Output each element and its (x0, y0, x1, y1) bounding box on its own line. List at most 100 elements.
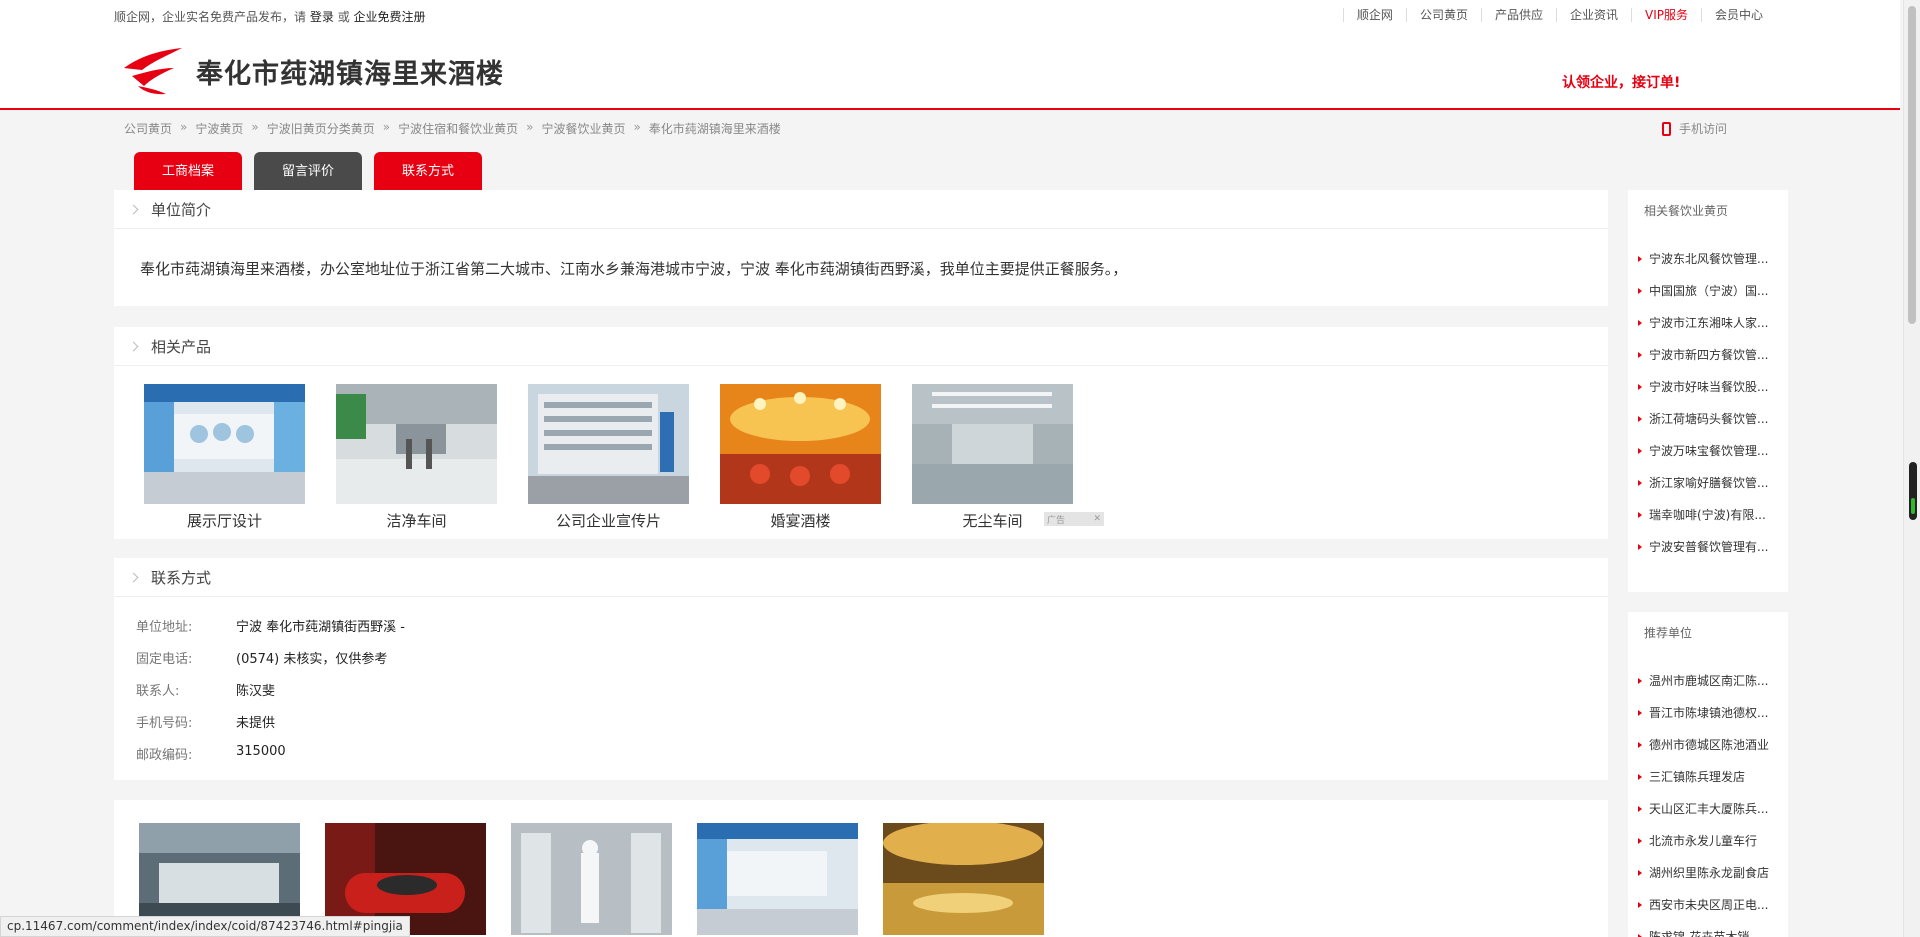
related-link[interactable]: 瑞幸咖啡(宁波)有限... (1638, 506, 1766, 523)
breadcrumb-item[interactable]: 宁波黄页 (195, 120, 243, 137)
recommend-link[interactable]: 晋江市陈埭镇池德权... (1638, 704, 1768, 721)
bullet-icon (1638, 287, 1642, 294)
bullet-icon (1638, 319, 1642, 326)
related-link[interactable]: 浙江家喻好膳餐饮管... (1638, 474, 1768, 491)
bullet-icon (1638, 709, 1642, 716)
recommend-link[interactable]: 天山区汇丰大厦陈兵... (1638, 800, 1768, 817)
recommend-link[interactable]: 温州市鹿城区南汇陈... (1638, 672, 1768, 689)
breadcrumb-item[interactable]: 公司黄页 (124, 120, 172, 137)
products-panel: 相关产品 展示厅设计 洁净车间 公司企业宣传片 婚宴酒楼 无尘车间 广告 ✕ (114, 327, 1608, 539)
product-card[interactable]: 公司企业宣传片 (528, 384, 689, 531)
contact-row-phone: 固定电话: (0574) 未核实，仅供参考 (136, 648, 387, 667)
claim-company-link[interactable]: 认领企业，接订单! (1562, 72, 1680, 92)
bullet-icon (1638, 383, 1642, 390)
recommend-link[interactable]: 陈求锦-花卉苗木销... (1638, 928, 1761, 937)
product-caption: 洁净车间 (386, 512, 447, 530)
related-link[interactable]: 宁波东北风餐饮管理... (1638, 250, 1768, 267)
ad-badge[interactable]: 广告 ✕ (1044, 512, 1104, 526)
tab-contact[interactable]: 联系方式 (374, 152, 482, 190)
product-card[interactable]: 婚宴酒楼 (720, 384, 881, 531)
bullet-icon (1638, 415, 1642, 422)
gallery-image[interactable] (511, 823, 672, 935)
recommend-link-label: 西安市未央区周正电... (1649, 898, 1769, 912)
bullet-icon (1638, 741, 1642, 748)
bullet-icon (1638, 677, 1642, 684)
top-nav-member-center[interactable]: 会员中心 (1700, 8, 1776, 22)
recommend-link-label: 天山区汇丰大厦陈兵... (1649, 802, 1769, 816)
recommend-link-label: 晋江市陈埭镇池德权... (1649, 706, 1769, 720)
products-header: 相关产品 (114, 327, 1608, 366)
top-bar-intro-text: 顺企网，企业实名免费产品发布，请 (114, 10, 307, 24)
recommend-link-label: 温州市鹿城区南汇陈... (1649, 674, 1769, 688)
related-link[interactable]: 浙江荷塘码头餐饮管... (1638, 410, 1768, 427)
scrollbar-thumb[interactable] (1908, 6, 1916, 324)
breadcrumb-item[interactable]: 宁波住宿和餐饮业黄页 (398, 120, 518, 137)
status-bar-url: cp.11467.com/comment/index/index/coid/87… (0, 916, 410, 937)
breadcrumb-item[interactable]: 宁波餐饮业黄页 (541, 120, 625, 137)
site-logo-icon[interactable] (122, 46, 184, 96)
related-link[interactable]: 中国国旅（宁波）国... (1638, 282, 1768, 299)
product-card[interactable]: 无尘车间 (912, 384, 1073, 531)
register-link[interactable]: 企业免费注册 (354, 10, 426, 24)
top-nav-news[interactable]: 企业资讯 (1555, 8, 1631, 22)
gallery-image[interactable] (883, 823, 1044, 935)
bullet-icon (1638, 805, 1642, 812)
recommend-link[interactable]: 三汇镇陈兵理发店 (1638, 768, 1745, 785)
product-caption: 公司企业宣传片 (555, 512, 661, 530)
related-link[interactable]: 宁波市好味当餐饮股... (1638, 378, 1768, 395)
products-title: 相关产品 (151, 337, 212, 356)
recommend-link[interactable]: 湖州织里陈永龙副食店 (1638, 864, 1769, 881)
contact-label: 单位地址: (136, 620, 193, 635)
mobile-access-link[interactable]: 手机访问 (1662, 120, 1727, 137)
top-bar-or: 或 (337, 10, 350, 24)
intro-text: 奉化市莼湖镇海里来酒楼，办公室地址位于浙江省第二大城市、江南水乡兼海港城市宁波，… (140, 260, 1128, 278)
related-link[interactable]: 宁波万味宝餐饮管理... (1638, 442, 1768, 459)
login-link[interactable]: 登录 (310, 10, 334, 24)
top-nav-products[interactable]: 产品供应 (1480, 8, 1556, 22)
contact-row-person: 联系人: 陈汉斐 (136, 680, 275, 699)
breadcrumb-item[interactable]: 宁波旧黄页分类黄页 (267, 120, 375, 137)
product-card[interactable]: 洁净车间 (336, 384, 497, 531)
recommend-link[interactable]: 西安市未央区周正电... (1638, 896, 1768, 913)
recommend-link-label: 陈求锦-花卉苗木销... (1649, 930, 1761, 937)
bullet-icon (1638, 447, 1642, 454)
top-nav-home[interactable]: 顺企网 (1342, 8, 1406, 22)
recommend-link[interactable]: 德州市德城区陈池酒业 (1638, 736, 1769, 753)
top-nav-vip[interactable]: VIP服务 (1630, 8, 1701, 22)
chevron-right-icon (128, 341, 139, 351)
related-link[interactable]: 宁波市新四方餐饮管... (1638, 346, 1768, 363)
related-link-label: 宁波市好味当餐饮股... (1649, 380, 1769, 394)
floating-side-widget[interactable] (1909, 462, 1917, 520)
close-icon[interactable]: ✕ (1093, 514, 1101, 524)
tab-comments[interactable]: 留言评价 (254, 152, 362, 190)
breadcrumb-current: 奉化市莼湖镇海里来酒楼 (648, 122, 781, 136)
contact-label: 固定电话: (136, 652, 193, 667)
contact-value: (0574) 未核实，仅供参考 (236, 652, 388, 667)
contact-label: 联系人: (136, 684, 180, 699)
top-nav-yellow-pages[interactable]: 公司黄页 (1405, 8, 1481, 22)
recommend-title: 推荐单位 (1644, 626, 1693, 640)
related-link[interactable]: 宁波安普餐饮管理有... (1638, 538, 1768, 555)
breadcrumb-separator: » (526, 120, 534, 134)
tab-business-archive[interactable]: 工商档案 (134, 152, 242, 190)
widget-indicator (1911, 498, 1915, 514)
contact-label: 邮政编码: (136, 748, 193, 763)
intro-panel: 单位简介 奉化市莼湖镇海里来酒楼，办公室地址位于浙江省第二大城市、江南水乡兼海港… (114, 190, 1608, 306)
related-link-label: 瑞幸咖啡(宁波)有限... (1649, 508, 1766, 522)
recommend-link-label: 三汇镇陈兵理发店 (1649, 770, 1746, 784)
contact-row-postcode: 邮政编码: 315000 (136, 744, 286, 763)
bullet-icon (1638, 837, 1642, 844)
breadcrumb-separator: » (180, 120, 188, 134)
related-link-label: 浙江荷塘码头餐饮管... (1649, 412, 1769, 426)
related-link-label: 浙江家喻好膳餐饮管... (1649, 476, 1769, 490)
intro-title: 单位简介 (151, 200, 212, 219)
contact-panel: 联系方式 单位地址: 宁波 奉化市莼湖镇街西野溪 - 固定电话: (0574) … (114, 558, 1608, 780)
product-image (528, 384, 689, 504)
header: 奉化市莼湖镇海里来酒楼 认领企业，接订单! (0, 30, 1900, 110)
product-card[interactable]: 展示厅设计 (144, 384, 305, 531)
gallery-image[interactable] (697, 823, 858, 935)
recommend-link[interactable]: 北流市永发儿童车行 (1638, 832, 1757, 849)
related-link[interactable]: 宁波市江东湘味人家... (1638, 314, 1768, 331)
contact-row-mobile: 手机号码: 未提供 (136, 712, 275, 731)
mobile-access-label: 手机访问 (1679, 122, 1728, 136)
